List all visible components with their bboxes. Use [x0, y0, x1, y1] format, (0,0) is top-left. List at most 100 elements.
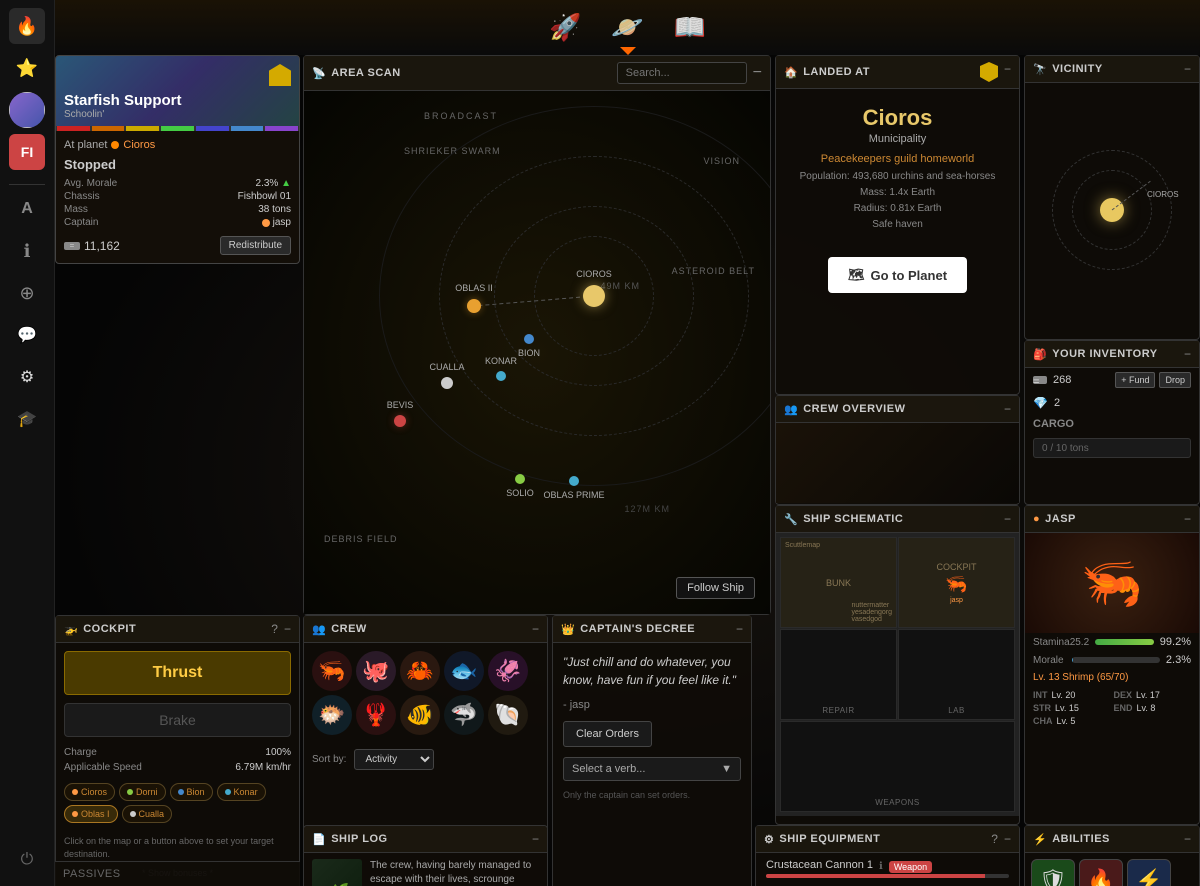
player-location: At planet Cioros — [64, 139, 291, 151]
sidebar-letter-fi[interactable]: FI — [9, 134, 45, 170]
planet-konar[interactable]: KONAR — [496, 371, 506, 381]
target-cioros[interactable]: Cioros — [64, 783, 115, 801]
crew-minimize[interactable]: − — [532, 622, 539, 636]
planet-solio[interactable]: SOLIO — [515, 474, 525, 484]
nav-rocket-icon[interactable]: 🚀 — [549, 12, 581, 43]
ability-1[interactable]: 🔥 — [1079, 859, 1123, 886]
stat-chassis-row: Chassis Fishbowl 01 — [64, 191, 291, 202]
xp-seg-purple — [265, 126, 298, 131]
sort-label: Sort by: — [312, 754, 346, 765]
crew-member-2[interactable]: 🦀 — [400, 651, 440, 691]
abilities-minimize[interactable]: − — [1184, 832, 1191, 846]
schematic-controls: − — [1004, 512, 1011, 526]
schematic-minimize[interactable]: − — [1004, 512, 1011, 526]
ability-0[interactable]: 🛡 — [1031, 859, 1075, 886]
target-buttons: Cioros Dorni Bion Konar Oblas I Cualla — [56, 775, 299, 831]
planet-dot — [111, 141, 119, 149]
planet-cualla[interactable]: CUALLA — [441, 377, 453, 389]
planet-bevis[interactable]: BEVIS — [394, 415, 406, 427]
schematic-lab[interactable]: LAB — [898, 629, 1015, 720]
target-bion[interactable]: Bion — [170, 783, 213, 801]
thrust-button[interactable]: Thrust — [64, 651, 291, 695]
target-oblas1[interactable]: Oblas I — [64, 805, 118, 823]
redistribute-button[interactable]: Redistribute — [220, 236, 291, 255]
target-konar[interactable]: Konar — [217, 783, 266, 801]
nav-planet-icon[interactable]: 🪐 — [611, 12, 643, 43]
planet-oblas2[interactable]: OBLAS II — [467, 299, 481, 313]
sidebar-avatar[interactable] — [9, 92, 45, 128]
crew-member-9[interactable]: 🐚 — [488, 695, 528, 735]
inventory-gem-row: 💎 2 — [1025, 392, 1199, 414]
map-close-icon[interactable]: − — [753, 64, 762, 82]
sidebar-icon-flame[interactable]: 🔥 — [9, 8, 45, 44]
crew-member-0[interactable]: 🦐 — [312, 651, 352, 691]
sidebar-icon-graduate[interactable]: 🎓 — [9, 401, 45, 437]
vicinity-minimize[interactable]: − — [1184, 62, 1191, 76]
crew-member-4[interactable]: 🦑 — [488, 651, 528, 691]
schematic-title: 🔧 SHIP SCHEMATIC — [784, 513, 903, 526]
cannon-info[interactable]: ℹ — [879, 861, 883, 872]
crew-icons: 🦐 🐙 🦀 🐟 🦑 🐡 🦞 🐠 🦈 🐚 — [304, 643, 547, 743]
map-search-input[interactable] — [617, 62, 747, 84]
equipment-help[interactable]: ? — [991, 832, 998, 846]
sidebar-icon-globe[interactable]: ⊕ — [9, 275, 45, 311]
landed-shield — [980, 62, 998, 82]
fund-button[interactable]: + Fund — [1115, 372, 1155, 388]
player-card-inner: Starfish Support Schoolin' At planet Cio… — [55, 55, 300, 264]
sidebar-icon-star[interactable]: ⭐ — [9, 50, 45, 86]
planet-oblas-prime[interactable]: OBLAS PRIME — [569, 476, 579, 486]
currency-icon: = — [1033, 376, 1047, 384]
brake-button[interactable]: Brake — [64, 703, 291, 737]
planet-bion[interactable]: BION — [524, 334, 534, 344]
stamina-pct: 99.2% — [1160, 636, 1191, 648]
sidebar-icon-text[interactable]: A — [9, 191, 45, 227]
drop-button[interactable]: Drop — [1159, 372, 1191, 388]
verb-select[interactable]: Select a verb... ▼ — [563, 757, 741, 781]
inventory-minimize[interactable]: − — [1184, 347, 1191, 361]
jasp-title: ● JASP — [1033, 513, 1076, 525]
cockpit-help[interactable]: ? — [271, 622, 278, 636]
equipment-minimize[interactable]: − — [1004, 832, 1011, 846]
crew-member-8[interactable]: 🦈 — [444, 695, 484, 735]
schematic-cockpit[interactable]: COCKPIT 🦐 jasp — [898, 537, 1015, 628]
crew-title: 👥 CREW — [312, 623, 367, 636]
cockpit-minimize[interactable]: − — [284, 622, 291, 636]
decree-minimize[interactable]: − — [736, 622, 743, 636]
crew-member-6[interactable]: 🦞 — [356, 695, 396, 735]
sidebar-icon-discord[interactable]: 💬 — [9, 317, 45, 353]
sidebar-icon-info[interactable]: ℹ — [9, 233, 45, 269]
left-sidebar: 🔥 ⭐ FI A ℹ ⊕ 💬 ⚙ 🎓 ⏻ — [0, 0, 55, 886]
follow-ship-button[interactable]: Follow Ship — [676, 577, 755, 599]
stat-end: END Lv. 8 — [1114, 703, 1192, 713]
decree-controls: − — [736, 622, 743, 636]
sidebar-icon-settings[interactable]: ⚙ — [9, 359, 45, 395]
inv-buttons: + Fund Drop — [1115, 372, 1191, 388]
crew-overview-minimize[interactable]: − — [1004, 402, 1011, 416]
crew-sort-select[interactable]: Activity Name Level — [354, 749, 434, 770]
nav-book-icon[interactable]: 📖 — [674, 12, 706, 43]
player-planet[interactable]: Cioros — [123, 139, 155, 151]
landed-icon: 🏠 — [784, 66, 798, 79]
crew-member-1[interactable]: 🐙 — [356, 651, 396, 691]
crew-member-5[interactable]: 🐡 — [312, 695, 352, 735]
stat-str: STR Lv. 15 — [1033, 703, 1111, 713]
schematic-bunk[interactable]: Scuttlemap BUNK nuttermatteryesadengorgv… — [780, 537, 897, 628]
at-planet-label: At planet — [64, 139, 107, 151]
target-dorni[interactable]: Dorni — [119, 783, 166, 801]
crew-member-3[interactable]: 🐟 — [444, 651, 484, 691]
go-to-planet-button[interactable]: 🗺 Go to Planet — [828, 257, 967, 293]
schematic-repair[interactable]: REPAIR — [780, 629, 897, 720]
target-cualla[interactable]: Cualla — [122, 805, 173, 823]
jasp-minimize[interactable]: − — [1184, 512, 1191, 526]
crew-member-7[interactable]: 🐠 — [400, 695, 440, 735]
sidebar-icon-power[interactable]: ⏻ — [9, 842, 45, 878]
ability-2[interactable]: ⚡ — [1127, 859, 1171, 886]
log-minimize[interactable]: − — [532, 832, 539, 846]
clear-orders-button[interactable]: Clear Orders — [563, 721, 652, 747]
crew-overview-icon: 👥 — [784, 403, 798, 416]
map-area[interactable]: BROADCAST SHRIEKER SWARM VISION ASTEROID… — [304, 91, 770, 614]
planet-cioros[interactable]: CIOROS — [583, 285, 605, 307]
landed-minimize[interactable]: − — [1004, 62, 1011, 82]
schematic-weapons[interactable]: WEAPONS — [780, 721, 1015, 812]
cockpit-crew-name: jasp — [950, 597, 963, 604]
